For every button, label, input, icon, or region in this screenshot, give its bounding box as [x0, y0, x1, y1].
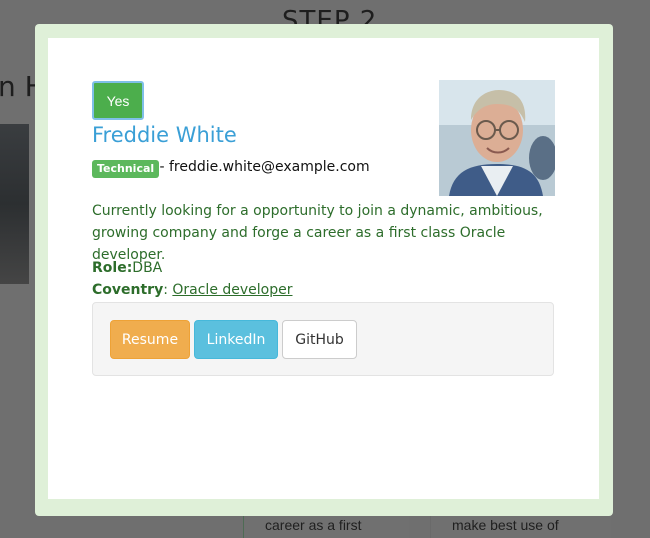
github-button[interactable]: GitHub: [282, 320, 357, 359]
email-separator: -: [155, 159, 169, 175]
linkedin-button[interactable]: LinkedIn: [194, 320, 278, 359]
role-value: DBA: [132, 260, 163, 276]
email-line: - freddie.white@example.com: [155, 159, 370, 175]
location-separator: :: [163, 282, 173, 298]
yes-button[interactable]: Yes: [92, 81, 144, 120]
location-link[interactable]: Oracle developer: [172, 282, 292, 298]
location-label: Coventry: [92, 282, 164, 298]
candidate-bio: Currently looking for a opportunity to j…: [92, 203, 543, 263]
role-line: Role:DBA: [92, 260, 162, 276]
location-line: Coventry: Oracle developer: [92, 282, 293, 298]
category-badge: Technical: [92, 160, 160, 178]
background-image: [0, 124, 29, 284]
profile-links-well: Resume LinkedIn GitHub: [92, 302, 554, 376]
role-label: Role:: [92, 260, 133, 276]
modal-body: Yes Freddie White Technical - freddie.wh…: [48, 38, 599, 499]
profile-photo: [439, 80, 555, 196]
candidate-modal: Yes Freddie White Technical - freddie.wh…: [35, 24, 613, 516]
resume-button[interactable]: Resume: [110, 320, 190, 359]
candidate-email: freddie.white@example.com: [168, 159, 370, 175]
candidate-name: Freddie White: [92, 123, 237, 147]
